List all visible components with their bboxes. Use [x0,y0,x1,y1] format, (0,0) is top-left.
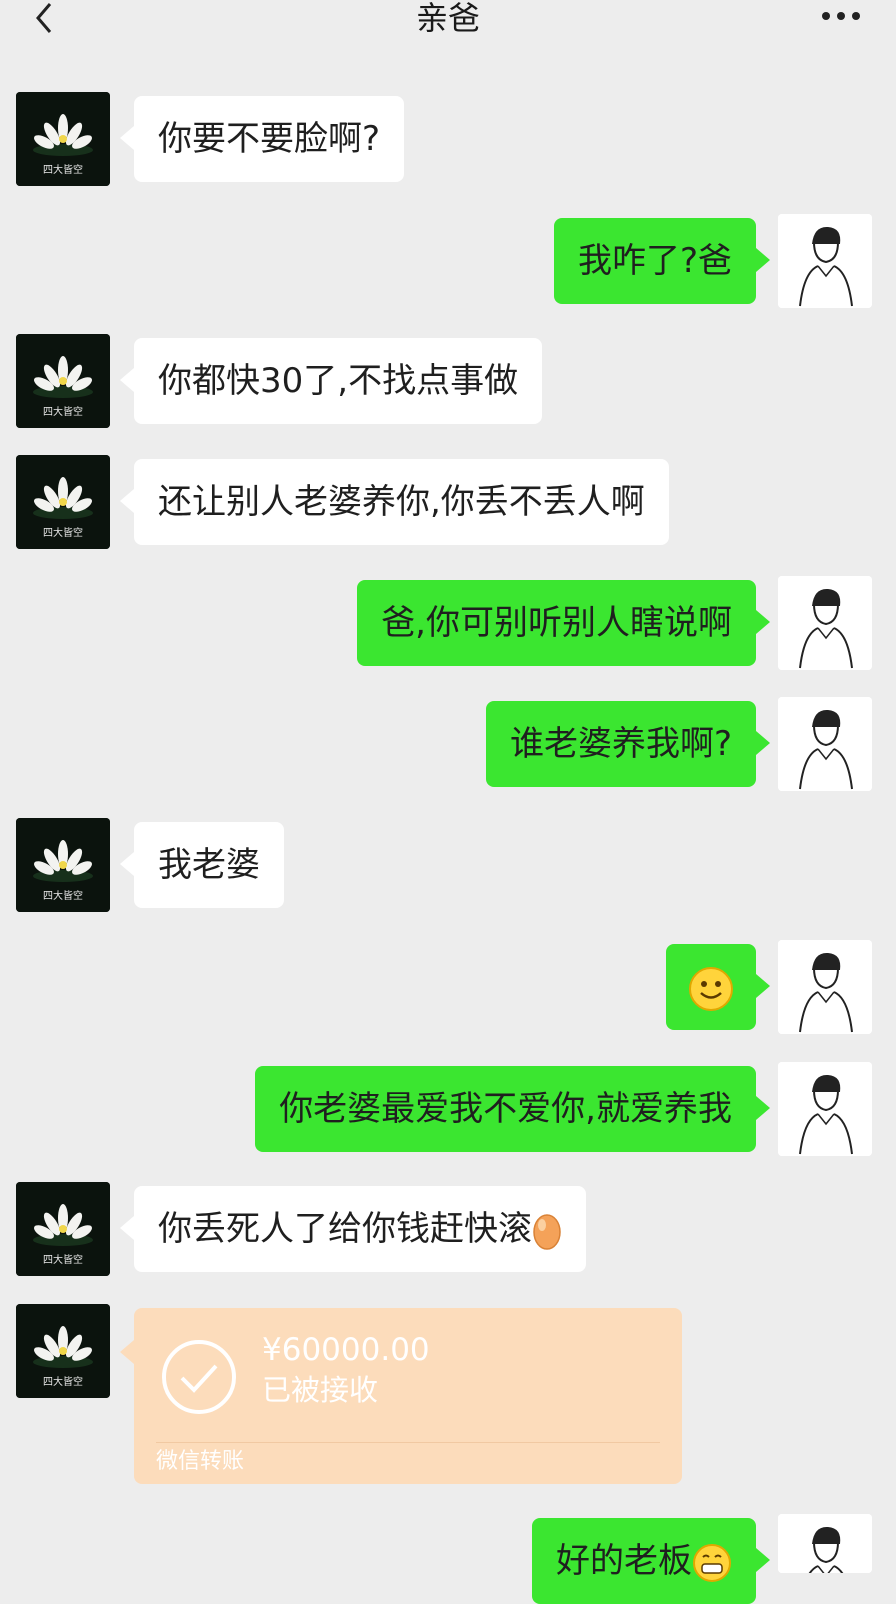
grin-emoji [693,1543,731,1582]
smile-emoji [689,966,733,1011]
message-bubble[interactable]: 你都快30了,不找点事做 [119,338,543,424]
contact-avatar[interactable]: 四大皆空 [16,455,110,549]
message-text: 你都快30了,不找点事做 [158,361,519,401]
contact-avatar[interactable]: 四大皆空 [16,818,110,912]
avatar-caption: 四大皆空 [43,528,83,539]
my-avatar[interactable] [778,697,872,791]
egg-emoji [533,1213,561,1250]
message-text: 我咋了?爸 [577,241,732,281]
transfer-card[interactable]: ¥60000.00 已被接收 微信转账 [120,1308,682,1484]
my-avatar[interactable] [778,214,872,308]
contact-avatar[interactable]: 四大皆空 [16,92,110,186]
avatar-caption: 四大皆空 [43,165,83,176]
message-text: 谁老婆养我啊? [509,724,732,764]
check-circle-icon [162,1340,236,1414]
avatar-caption: 四大皆空 [43,1377,83,1388]
avatar-caption: 四大皆空 [43,407,83,418]
my-avatar[interactable] [778,1062,872,1156]
message-text: 爸,你可别听别人瞎说啊 [381,603,732,643]
avatar-caption: 四大皆空 [43,1255,83,1266]
contact-avatar[interactable]: 四大皆空 [16,334,110,428]
avatar-caption: 四大皆空 [43,891,83,902]
my-avatar[interactable] [778,1514,872,1573]
sketch-boy-icon [778,697,872,791]
message-bubble[interactable]: 还让别人老婆养你,你丢不丢人啊 [120,459,669,545]
message-bubble[interactable]: 我咋了?爸 [553,218,771,304]
my-avatar[interactable] [778,940,872,1034]
chat-title: 亲爸 [415,0,480,37]
message-text: 你要不要脸啊? [158,119,381,159]
message-text: 你老婆最爱我不爱你,就爱养我 [279,1089,732,1129]
divider [156,1442,660,1443]
sketch-boy-icon [778,1514,872,1573]
message-bubble[interactable]: 你要不要脸啊? [119,96,405,182]
message-text: 你丢死人了给你钱赶快滚 [158,1209,532,1249]
message-bubble[interactable]: 你丢死人了给你钱赶快滚 [120,1186,586,1272]
ellipsis-icon [822,12,860,20]
message-bubble[interactable]: 谁老婆养我啊? [485,701,771,787]
sketch-boy-icon [778,1062,872,1156]
sketch-boy-icon [778,576,872,670]
message-text: 还让别人老婆养你,你丢不丢人啊 [158,482,645,522]
more-button[interactable] [816,0,866,36]
message-bubble[interactable]: 爸,你可别听别人瞎说啊 [357,580,770,666]
chat-header: 亲爸 [0,0,896,44]
my-avatar[interactable] [778,576,872,670]
message-text: 我老婆 [158,845,260,885]
message-bubble[interactable]: 你老婆最爱我不爱你,就爱养我 [255,1066,770,1152]
transfer-amount: ¥60000.00 [262,1332,430,1368]
contact-avatar[interactable]: 四大皆空 [16,1182,110,1276]
transfer-status: 已被接收 [262,1373,379,1407]
sketch-boy-icon [778,214,872,308]
message-bubble[interactable]: 我老婆 [120,822,284,908]
transfer-label: 微信转账 [156,1449,245,1474]
contact-avatar[interactable]: 四大皆空 [16,1304,110,1398]
message-text: 好的老板 [556,1541,692,1581]
sketch-boy-icon [778,940,872,1034]
message-bubble[interactable] [666,944,770,1030]
message-bubble[interactable]: 好的老板 [532,1518,770,1604]
